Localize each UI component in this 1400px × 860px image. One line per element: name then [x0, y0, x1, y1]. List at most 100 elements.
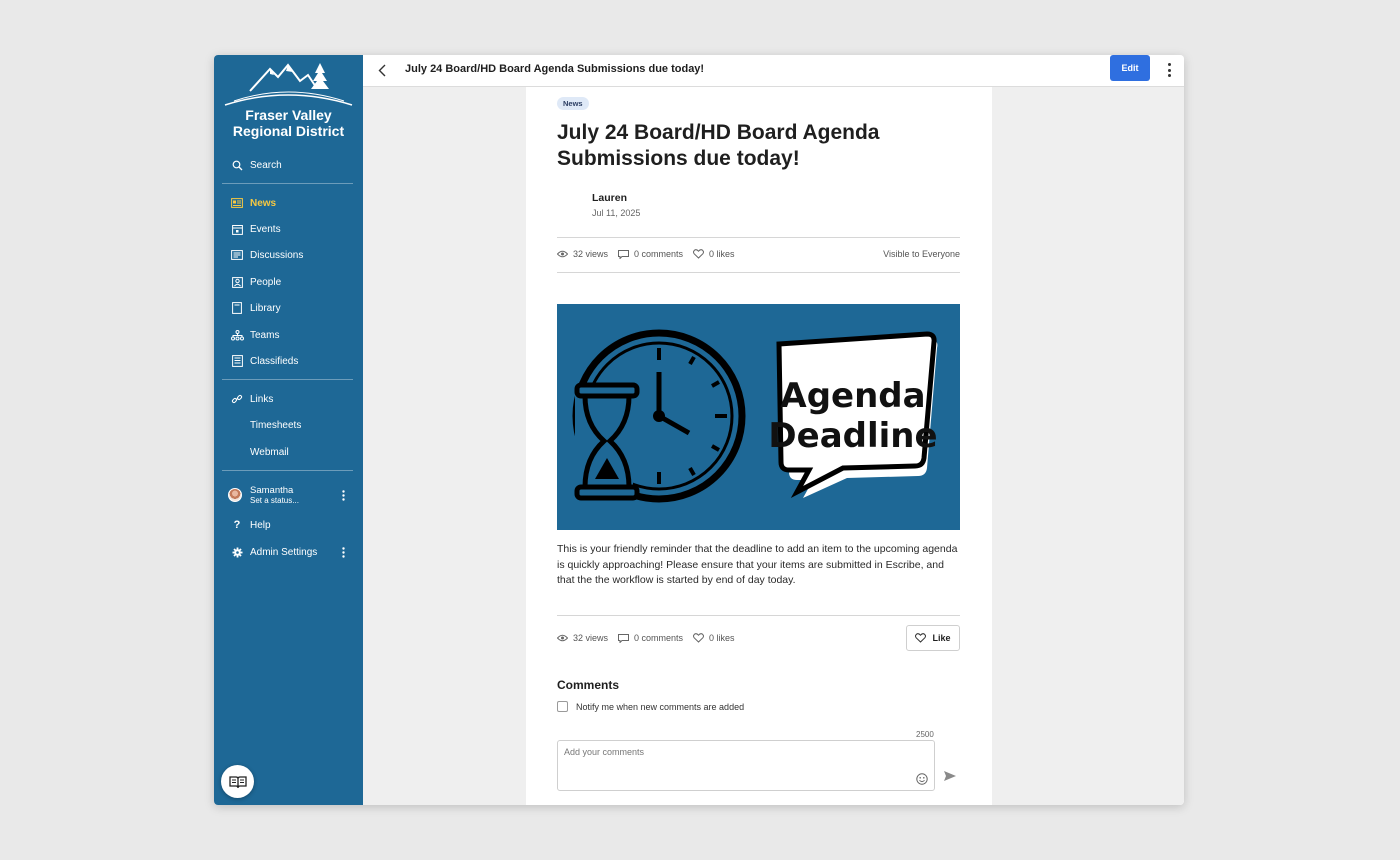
- comment-placeholder: Add your comments: [564, 747, 645, 757]
- top-bar: July 24 Board/HD Board Agenda Submission…: [363, 55, 1184, 87]
- help-icon: ?: [233, 519, 241, 531]
- sidebar-item-label: Library: [250, 302, 281, 314]
- author-name[interactable]: Lauren: [592, 192, 627, 204]
- sidebar-item-label: Discussions: [250, 249, 304, 261]
- article-title: July 24 Board/HD Board Agenda Submission…: [557, 121, 880, 170]
- sidebar-item-label: Links: [250, 393, 274, 405]
- notify-checkbox[interactable]: [557, 701, 568, 712]
- sidebar-item-discussions[interactable]: Discussions: [222, 243, 353, 267]
- people-icon: [228, 275, 246, 289]
- likes-count: 0 likes: [709, 633, 735, 643]
- app-window: Fraser Valley Regional District Search N…: [214, 55, 1184, 805]
- sidebar-divider: [222, 183, 353, 184]
- sidebar-item-library[interactable]: Library: [222, 296, 353, 320]
- comments-stat[interactable]: 0 comments: [618, 633, 683, 643]
- sidebar-item-help[interactable]: ? Help: [222, 513, 353, 537]
- teams-icon: [228, 328, 246, 342]
- sidebar: Fraser Valley Regional District Search N…: [214, 55, 363, 805]
- chevron-left-icon: [378, 64, 386, 76]
- notify-comments-option[interactable]: Notify me when new comments are added: [557, 701, 744, 712]
- main-content: News July 24 Board/HD Board Agenda Submi…: [363, 87, 1184, 805]
- sidebar-item-events[interactable]: Events: [222, 217, 353, 241]
- comments-heading: Comments: [557, 678, 620, 692]
- mountain-logo-icon: [224, 63, 353, 106]
- link-icon: [228, 392, 246, 406]
- sidebar-divider: [222, 470, 353, 471]
- comment-icon: [618, 633, 630, 643]
- user-profile[interactable]: Samantha Set a status...: [222, 483, 353, 507]
- discussion-icon: [228, 248, 246, 262]
- emoji-icon[interactable]: [916, 773, 928, 785]
- reading-mode-button[interactable]: [221, 765, 254, 798]
- category-tag[interactable]: News: [557, 97, 589, 110]
- likes-stat[interactable]: 0 likes: [693, 249, 735, 259]
- heart-icon: [693, 249, 705, 259]
- sidebar-item-label: Teams: [250, 329, 280, 341]
- like-button-label: Like: [932, 633, 951, 643]
- views-stat: 32 views: [557, 249, 608, 259]
- sidebar-item-links[interactable]: Links: [222, 387, 353, 411]
- back-button[interactable]: [375, 62, 389, 78]
- eye-icon: [557, 634, 568, 642]
- fvrd-logo[interactable]: Fraser Valley Regional District: [214, 55, 363, 150]
- logo-line-1: Fraser Valley: [245, 107, 332, 123]
- sidebar-item-teams[interactable]: Teams: [222, 323, 353, 347]
- hero-text-line-1: Agenda: [780, 376, 925, 416]
- book-icon: [228, 775, 247, 788]
- likes-count: 0 likes: [709, 249, 735, 259]
- avatar[interactable]: [228, 488, 242, 502]
- admin-menu-kebab-icon[interactable]: [342, 547, 345, 558]
- library-icon: [228, 301, 246, 315]
- stats-bar-top: 32 views 0 comments 0 likes Visible to E…: [557, 246, 960, 262]
- sidebar-item-label: Webmail: [250, 446, 289, 458]
- sidebar-item-people[interactable]: People: [222, 270, 353, 294]
- logo-line-2: Regional District: [232, 123, 345, 139]
- stats-bar-bottom: 32 views 0 comments 0 likes Like: [557, 624, 960, 652]
- heart-icon: [915, 633, 927, 643]
- article: News July 24 Board/HD Board Agenda Submi…: [526, 87, 992, 805]
- sidebar-item-label: Help: [250, 519, 271, 531]
- like-button[interactable]: Like: [906, 625, 960, 651]
- user-name: Samantha: [250, 484, 294, 496]
- sidebar-item-admin-settings[interactable]: Admin Settings: [222, 540, 353, 564]
- comments-count: 0 comments: [634, 633, 684, 643]
- eye-icon: [557, 250, 568, 258]
- news-icon: [228, 196, 246, 210]
- send-icon[interactable]: [943, 770, 957, 782]
- sidebar-item-label: News: [250, 197, 277, 209]
- sidebar-item-classifieds[interactable]: Classifieds: [222, 349, 353, 373]
- article-body: This is your friendly reminder that the …: [557, 543, 958, 586]
- sidebar-item-timesheets[interactable]: Timesheets: [222, 413, 353, 437]
- user-menu-kebab-icon[interactable]: [342, 490, 345, 501]
- sidebar-item-webmail[interactable]: Webmail: [222, 440, 353, 464]
- sidebar-item-label: People: [250, 276, 282, 288]
- article-hero-image: Agenda Deadline: [557, 304, 960, 530]
- page-title: July 24 Board/HD Board Agenda Submission…: [405, 63, 705, 75]
- calendar-icon: [228, 222, 246, 236]
- comment-icon: [618, 249, 630, 259]
- sidebar-item-label: Admin Settings: [250, 546, 318, 558]
- clock-hourglass-speech-illustration: Agenda Deadline: [572, 329, 938, 503]
- sidebar-item-label: Events: [250, 223, 281, 235]
- edit-button[interactable]: Edit: [1110, 55, 1150, 81]
- hero-text-line-2: Deadline: [768, 416, 937, 456]
- user-status[interactable]: Set a status...: [250, 496, 299, 506]
- comments-stat[interactable]: 0 comments: [618, 249, 683, 259]
- character-counter: 2500: [916, 730, 934, 739]
- comment-input[interactable]: Add your comments: [557, 740, 935, 791]
- comments-count: 0 comments: [634, 249, 684, 259]
- blank-icon: [228, 418, 246, 432]
- likes-stat[interactable]: 0 likes: [693, 633, 735, 643]
- views-count: 32 views: [573, 633, 609, 643]
- heart-icon: [693, 633, 705, 643]
- sidebar-item-news[interactable]: News: [222, 191, 353, 215]
- views-count: 32 views: [573, 249, 609, 259]
- more-options-icon[interactable]: [1164, 63, 1174, 77]
- divider: [557, 615, 960, 616]
- sidebar-search-label: Search: [250, 159, 282, 171]
- visibility-label: Visible to Everyone: [883, 249, 960, 259]
- post-date: Jul 11, 2025: [592, 208, 641, 218]
- sidebar-search[interactable]: Search: [222, 153, 353, 177]
- divider: [557, 237, 960, 238]
- views-stat: 32 views: [557, 633, 608, 643]
